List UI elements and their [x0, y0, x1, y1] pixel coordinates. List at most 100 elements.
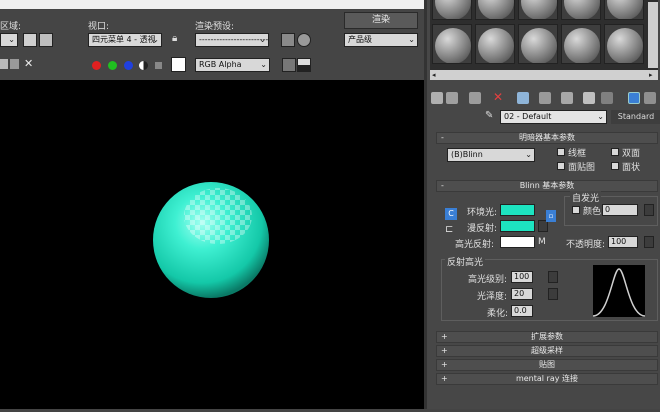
sample-slot[interactable] — [432, 0, 472, 20]
wire-checkbox[interactable] — [557, 148, 565, 156]
rollout-maps[interactable]: + 贴图 — [436, 359, 658, 371]
area-label: 区域: — [0, 22, 22, 32]
sample-slot[interactable] — [561, 24, 601, 64]
render-setup-icon[interactable] — [297, 33, 311, 47]
toggle-ui-icon[interactable] — [297, 58, 311, 72]
rollout-mental-ray[interactable]: + mental ray 连接 — [436, 373, 658, 385]
opacity-map-button[interactable] — [644, 236, 654, 248]
print-icon[interactable] — [10, 59, 19, 69]
lock-ambient-icon[interactable]: C — [445, 208, 457, 220]
shader-type-dropdown[interactable]: (B)Blinn ⌄ — [447, 148, 535, 162]
rollout-shader-basic-title: 明暗器基本参数 — [519, 133, 575, 142]
show-end-result-icon[interactable] — [628, 92, 640, 104]
title-strip — [0, 0, 424, 9]
channel-display-icon[interactable] — [282, 58, 296, 72]
reset-icon[interactable]: ✕ — [493, 90, 503, 104]
preset-value: ------------------------ — [199, 35, 269, 44]
monochrome-icon[interactable] — [155, 62, 162, 69]
specular-level-label: 高光级别: — [468, 275, 508, 285]
sample-slot[interactable] — [518, 0, 558, 20]
viewport-dropdown[interactable]: 四元菜单 4 - 透视 ⌄ — [88, 33, 162, 47]
render-output — [0, 80, 424, 409]
viewport-value: 四元菜单 4 - 透视 — [92, 35, 156, 44]
clear-icon[interactable]: ✕ — [24, 57, 33, 70]
alpha-channel-icon[interactable] — [139, 61, 148, 70]
sample-slot[interactable] — [475, 24, 515, 64]
two-sided-label: 双面 — [622, 149, 641, 159]
rollout-extended-title: 扩展参数 — [531, 332, 563, 341]
material-name-field[interactable]: 02 - Default ⌄ — [500, 110, 607, 124]
get-material-icon[interactable] — [431, 92, 443, 104]
material-id-icon[interactable] — [583, 92, 595, 104]
material-toolbar: ✕ — [431, 90, 659, 106]
rollout-blinn-basic-title: Blinn 基本参数 — [519, 181, 575, 190]
diffuse-swatch[interactable] — [500, 220, 535, 232]
save-icon[interactable] — [0, 59, 8, 69]
rollout-supersampling[interactable]: + 超级采样 — [436, 345, 658, 357]
opacity-spinner[interactable]: 100 — [608, 236, 638, 248]
rollout-extended[interactable]: + 扩展参数 — [436, 331, 658, 343]
show-map-icon[interactable] — [601, 92, 613, 104]
rollout-mental-ray-title: mental ray 连接 — [515, 374, 579, 383]
specular-level-spinner[interactable]: 100 — [511, 271, 533, 283]
sample-slot[interactable] — [518, 24, 558, 64]
material-type-button[interactable]: Standard — [611, 110, 660, 124]
rollout-maps-title: 贴图 — [539, 360, 555, 369]
ambient-label: 环境光: — [467, 208, 498, 218]
ambient-swatch[interactable] — [500, 204, 535, 216]
product-dropdown[interactable]: 产品级 ⌄ — [344, 33, 418, 47]
specular-swatch[interactable] — [500, 236, 535, 248]
render-button[interactable]: 渲染 — [344, 12, 418, 29]
lock-diffuse-icon[interactable]: ⊏ — [445, 224, 457, 236]
glossiness-label: 光泽度: — [477, 292, 508, 302]
copy-material-icon[interactable] — [517, 92, 529, 104]
sample-slot[interactable] — [604, 0, 644, 20]
soften-label: 柔化: — [487, 309, 509, 319]
self-illum-color-label: 颜色 — [583, 207, 602, 217]
faceted-checkbox[interactable] — [611, 162, 619, 170]
green-channel-icon[interactable] — [108, 61, 117, 70]
lock-icon[interactable]: 🔒︎ — [172, 33, 181, 45]
slot-scrollbar[interactable] — [648, 2, 658, 68]
self-illum-color-checkbox[interactable] — [572, 206, 580, 214]
shader-type-value: (B)Blinn — [451, 150, 483, 159]
sample-slot[interactable] — [604, 24, 644, 64]
sample-slot[interactable] — [475, 0, 515, 20]
sample-slot[interactable] — [432, 24, 472, 64]
viewport-label: 视口: — [88, 22, 110, 32]
rollout-blinn-basic[interactable]: - Blinn 基本参数 — [436, 180, 658, 192]
unique-icon[interactable] — [539, 92, 551, 104]
environment-icon[interactable] — [281, 33, 295, 47]
assign-material-icon[interactable] — [469, 92, 481, 104]
rollout-shader-basic[interactable]: - 明暗器基本参数 — [436, 132, 658, 144]
soften-spinner[interactable]: 0.0 — [511, 305, 533, 317]
self-illum-title: 自发光 — [570, 191, 602, 204]
go-parent-icon[interactable] — [644, 92, 656, 104]
eyedropper-icon[interactable]: ✎ — [485, 110, 493, 121]
lock-diffuse-specular-icon[interactable]: ▫ — [546, 210, 556, 222]
preset-dropdown[interactable]: ------------------------ ⌄ — [195, 33, 269, 47]
sample-slot[interactable] — [561, 0, 601, 20]
horizontal-scrollbar[interactable]: ◂ ▸ — [430, 70, 658, 80]
self-illum-map-button[interactable] — [644, 204, 654, 216]
material-editor: ◂ ▸ ✕ ✎ 02 - Default ⌄ Standard - 明暗器基本参数 … — [424, 0, 660, 409]
face-map-checkbox[interactable] — [557, 162, 565, 170]
specular-level-map-button[interactable] — [548, 271, 558, 283]
area-dropdown[interactable]: ⌄ — [0, 33, 18, 47]
specular-map-button[interactable]: M — [538, 237, 546, 247]
blue-channel-icon[interactable] — [124, 61, 133, 70]
diffuse-label: 漫反射: — [467, 224, 498, 234]
color-swatch[interactable] — [171, 57, 186, 72]
region-edit-icon[interactable] — [23, 33, 37, 47]
put-to-scene-icon[interactable] — [446, 92, 458, 104]
red-channel-icon[interactable] — [92, 61, 101, 70]
library-icon[interactable] — [561, 92, 573, 104]
region-auto-icon[interactable] — [39, 33, 53, 47]
self-illum-spinner[interactable]: 0 — [602, 204, 638, 216]
glossiness-map-button[interactable] — [548, 288, 558, 300]
channel-dropdown[interactable]: RGB Alpha ⌄ — [195, 58, 270, 72]
glossiness-spinner[interactable]: 20 — [511, 288, 533, 300]
two-sided-checkbox[interactable] — [611, 148, 619, 156]
rendered-sphere — [153, 182, 269, 298]
rollout-supersampling-title: 超级采样 — [531, 346, 563, 355]
